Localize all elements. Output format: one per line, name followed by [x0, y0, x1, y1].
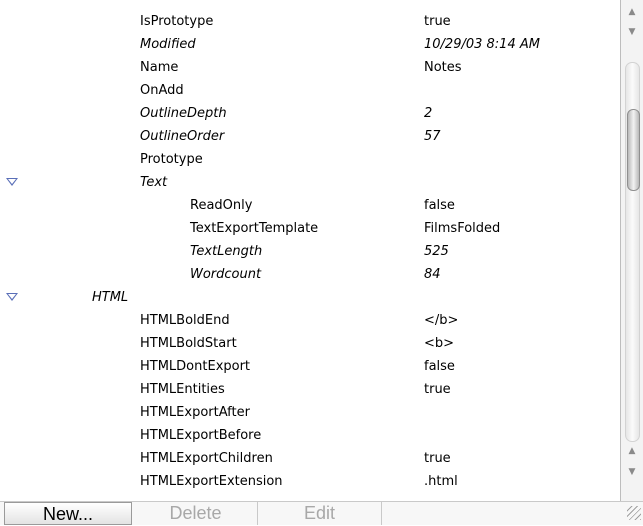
attribute-row[interactable]: HTMLBoldStart <b> — [0, 332, 620, 355]
scroll-up-arrow-icon[interactable]: ▲ — [623, 2, 641, 22]
attribute-list: IsPrototype true Modified 10/29/03 8:14 AM N… — [0, 0, 620, 501]
resize-grip-icon[interactable] — [627, 506, 641, 520]
attribute-row[interactable]: HTMLExportAfter — [0, 401, 620, 424]
attribute-value[interactable]: .html — [424, 473, 458, 490]
attribute-name: HTMLExportExtension — [140, 474, 283, 489]
attribute-name: HTMLExportBefore — [140, 428, 262, 443]
attribute-row[interactable]: TextLength 525 — [0, 240, 620, 263]
attribute-name: HTML — [92, 290, 129, 305]
attribute-row[interactable]: Wordcount 84 — [0, 263, 620, 286]
new-button[interactable]: New... — [4, 502, 132, 525]
attribute-name: ReadOnly — [190, 198, 253, 213]
attribute-row[interactable]: OnAdd — [0, 79, 620, 102]
attribute-row[interactable]: TextExportTemplate FilmsFolded — [0, 217, 620, 240]
scroll-up-arrow-icon[interactable]: ▲ — [623, 441, 641, 461]
scroll-thumb[interactable] — [627, 109, 640, 191]
edit-button[interactable]: Edit — [258, 502, 382, 525]
attribute-value[interactable]: 84 — [424, 266, 441, 283]
attribute-name: HTMLBoldEnd — [140, 313, 230, 328]
attribute-name: HTMLEntities — [140, 382, 225, 397]
attribute-value[interactable]: 10/29/03 8:14 AM — [424, 36, 540, 53]
attribute-value[interactable]: true — [424, 381, 451, 398]
attribute-name: Text — [140, 175, 168, 190]
attribute-value[interactable]: Notes — [424, 59, 462, 76]
disclosure-triangle-icon[interactable] — [6, 178, 18, 186]
attribute-name: HTMLExportChildren — [140, 451, 273, 466]
attribute-value[interactable]: FilmsFolded — [424, 220, 500, 237]
attribute-row[interactable]: HTML — [0, 286, 620, 309]
attribute-row[interactable]: Text — [0, 171, 620, 194]
scroll-down-arrow-icon[interactable]: ▼ — [623, 22, 641, 42]
attribute-value[interactable]: false — [424, 358, 455, 375]
vertical-scrollbar[interactable]: ▲ ▼ ▲ ▼ — [620, 0, 643, 501]
attribute-name: Modified — [140, 37, 196, 52]
delete-button[interactable]: Delete — [134, 502, 258, 525]
attribute-name: HTMLBoldStart — [140, 336, 237, 351]
attribute-name: HTMLExportAfter — [140, 405, 250, 420]
attribute-row[interactable]: HTMLExportBefore — [0, 424, 620, 447]
attribute-value[interactable]: <b> — [424, 335, 454, 352]
attribute-value[interactable]: </b> — [424, 312, 458, 329]
disclosure-triangle-icon[interactable] — [6, 293, 18, 301]
attribute-row[interactable]: Modified 10/29/03 8:14 AM — [0, 33, 620, 56]
scroll-down-arrow-icon[interactable]: ▼ — [623, 462, 641, 482]
attribute-name: OutlineDepth — [140, 106, 227, 121]
attribute-name: Wordcount — [190, 267, 262, 282]
attribute-value[interactable]: true — [424, 450, 451, 467]
attribute-name: TextLength — [190, 244, 263, 259]
attribute-name: Name — [140, 60, 179, 75]
attribute-name: OutlineOrder — [140, 129, 225, 144]
attribute-name: IsPrototype — [140, 14, 214, 29]
attribute-row[interactable]: Name Notes — [0, 56, 620, 79]
attribute-value[interactable]: 2 — [424, 105, 432, 122]
attribute-row[interactable]: HTMLExportChildren true — [0, 447, 620, 470]
attribute-row[interactable]: ReadOnly false — [0, 194, 620, 217]
attribute-row[interactable]: HTMLEntities true — [0, 378, 620, 401]
attribute-row[interactable]: IsPrototype true — [0, 10, 620, 33]
attribute-row[interactable]: OutlineDepth 2 — [0, 102, 620, 125]
attribute-row[interactable]: OutlineOrder 57 — [0, 125, 620, 148]
attribute-name: TextExportTemplate — [190, 221, 319, 236]
attribute-value[interactable]: 57 — [424, 128, 441, 145]
attribute-row[interactable]: Prototype — [0, 148, 620, 171]
attribute-name: Prototype — [140, 152, 203, 167]
bottom-toolbar: New... Delete Edit — [0, 501, 643, 525]
attribute-value[interactable]: 525 — [424, 243, 449, 260]
attribute-name: HTMLDontExport — [140, 359, 251, 374]
attribute-row[interactable]: HTMLExportExtension .html — [0, 470, 620, 493]
attribute-row[interactable]: HTMLDontExport false — [0, 355, 620, 378]
scroll-track[interactable] — [625, 62, 640, 442]
attribute-value[interactable]: true — [424, 13, 451, 30]
attribute-value[interactable]: false — [424, 197, 455, 214]
attribute-row[interactable]: HTMLBoldEnd </b> — [0, 309, 620, 332]
attribute-name: OnAdd — [140, 83, 184, 98]
